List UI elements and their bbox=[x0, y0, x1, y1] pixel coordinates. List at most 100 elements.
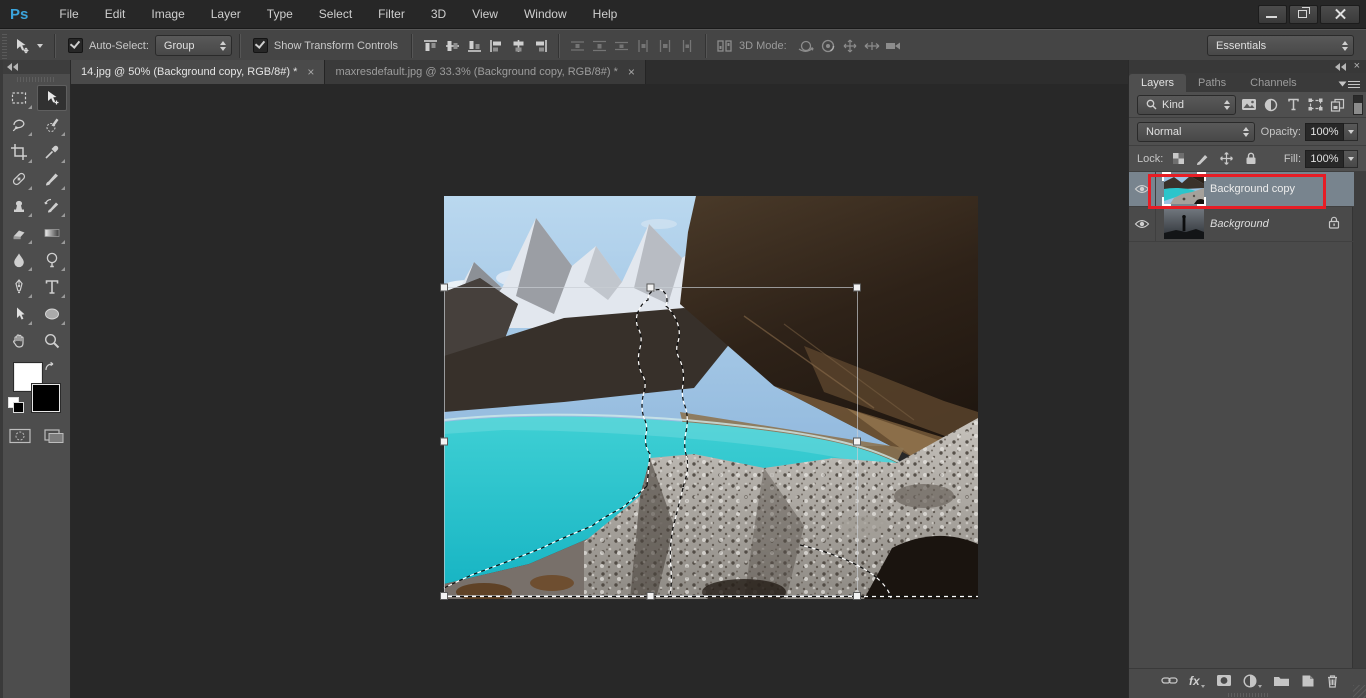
fill-dropdown-button[interactable] bbox=[1344, 150, 1358, 168]
eraser-tool[interactable] bbox=[4, 220, 34, 246]
lasso-tool[interactable] bbox=[4, 112, 34, 138]
align-right-edges-icon[interactable] bbox=[529, 36, 551, 56]
menu-type[interactable]: Type bbox=[254, 0, 306, 28]
options-drag-handle[interactable] bbox=[2, 33, 7, 59]
tool-preset-caret[interactable] bbox=[37, 44, 43, 48]
filter-type-layers-icon[interactable] bbox=[1284, 96, 1302, 114]
zoom-tool[interactable] bbox=[37, 328, 67, 354]
menu-help[interactable]: Help bbox=[580, 0, 631, 28]
opacity-value[interactable]: 100% bbox=[1305, 123, 1344, 141]
crop-tool[interactable] bbox=[4, 139, 34, 165]
layer-row-background-copy[interactable]: Background copy bbox=[1129, 172, 1354, 207]
align-top-edges-icon[interactable] bbox=[419, 36, 441, 56]
brush-tool[interactable] bbox=[37, 166, 67, 192]
filter-shape-layers-icon[interactable] bbox=[1307, 96, 1325, 114]
pen-tool[interactable] bbox=[4, 274, 34, 300]
lock-position-icon[interactable] bbox=[1218, 150, 1235, 168]
align-bottom-edges-icon[interactable] bbox=[463, 36, 485, 56]
show-transform-checkbox[interactable]: Show Transform Controls bbox=[253, 38, 398, 53]
type-tool[interactable] bbox=[37, 274, 67, 300]
layer-name[interactable]: Background bbox=[1210, 218, 1269, 230]
auto-align-layers-icon[interactable] bbox=[713, 36, 735, 56]
tab-channels[interactable]: Channels bbox=[1238, 74, 1308, 92]
menu-layer[interactable]: Layer bbox=[198, 0, 254, 28]
eyedropper-tool[interactable] bbox=[37, 139, 67, 165]
align-left-edges-icon[interactable] bbox=[485, 36, 507, 56]
document-tab-1[interactable]: 14.jpg @ 50% (Background copy, RGB/8#) *… bbox=[71, 60, 325, 84]
3d-camera-icon[interactable] bbox=[883, 36, 905, 56]
quick-selection-tool[interactable] bbox=[37, 112, 67, 138]
visibility-toggle[interactable] bbox=[1129, 172, 1156, 206]
gradient-tool[interactable] bbox=[37, 220, 67, 246]
distribute-right-edges-icon[interactable] bbox=[676, 36, 698, 56]
hand-tool[interactable] bbox=[4, 328, 34, 354]
minimize-button[interactable] bbox=[1258, 5, 1287, 24]
panel-menu-icon[interactable] bbox=[1340, 80, 1360, 92]
filter-kind-dropdown[interactable]: Kind bbox=[1137, 95, 1236, 115]
layer-row-background[interactable]: Background bbox=[1129, 207, 1354, 242]
distribute-horizontal-centers-icon[interactable] bbox=[654, 36, 676, 56]
menu-select[interactable]: Select bbox=[306, 0, 365, 28]
visibility-toggle[interactable] bbox=[1129, 207, 1156, 241]
auto-select-dropdown[interactable]: Group bbox=[155, 35, 232, 56]
filter-pixel-layers-icon[interactable] bbox=[1240, 96, 1258, 114]
screen-mode-button[interactable] bbox=[42, 427, 66, 445]
align-horizontal-centers-icon[interactable] bbox=[507, 36, 529, 56]
opacity-dropdown-button[interactable] bbox=[1344, 123, 1358, 141]
lock-pixels-icon[interactable] bbox=[1194, 150, 1211, 168]
delete-layer-button[interactable] bbox=[1326, 674, 1339, 688]
lock-all-icon[interactable] bbox=[1242, 150, 1259, 168]
move-tool[interactable] bbox=[37, 85, 67, 111]
3d-slide-icon[interactable] bbox=[861, 36, 883, 56]
auto-select-checkbox[interactable]: Auto-Select: bbox=[68, 38, 149, 53]
layer-name[interactable]: Background copy bbox=[1210, 183, 1295, 195]
swap-colors-icon[interactable] bbox=[44, 361, 58, 374]
panel-close-icon[interactable]: × bbox=[1354, 61, 1360, 72]
new-adjustment-layer-button[interactable] bbox=[1243, 674, 1262, 688]
filter-adjustment-layers-icon[interactable] bbox=[1262, 96, 1280, 114]
3d-rotate-icon[interactable] bbox=[795, 36, 817, 56]
blur-tool[interactable] bbox=[4, 247, 34, 273]
history-brush-tool[interactable] bbox=[37, 193, 67, 219]
add-layer-mask-button[interactable] bbox=[1216, 674, 1232, 687]
panel-collapse-icon[interactable] bbox=[1335, 63, 1346, 71]
fill-value[interactable]: 100% bbox=[1305, 150, 1344, 168]
menu-3d[interactable]: 3D bbox=[418, 0, 459, 28]
filter-smart-objects-icon[interactable] bbox=[1329, 96, 1347, 114]
healing-brush-tool[interactable] bbox=[4, 166, 34, 192]
new-layer-button[interactable] bbox=[1301, 674, 1315, 688]
filtering-toggle[interactable] bbox=[1353, 95, 1363, 115]
menu-filter[interactable]: Filter bbox=[365, 0, 418, 28]
menu-edit[interactable]: Edit bbox=[92, 0, 139, 28]
toolbar-collapse[interactable] bbox=[3, 60, 70, 74]
menu-file[interactable]: File bbox=[46, 0, 91, 28]
distribute-left-edges-icon[interactable] bbox=[632, 36, 654, 56]
dodge-tool[interactable] bbox=[37, 247, 67, 273]
quick-mask-button[interactable] bbox=[8, 427, 32, 445]
clone-stamp-tool[interactable] bbox=[4, 193, 34, 219]
menu-window[interactable]: Window bbox=[511, 0, 580, 28]
layer-thumbnail[interactable] bbox=[1164, 174, 1204, 204]
close-button[interactable] bbox=[1320, 5, 1360, 24]
layer-thumbnail[interactable] bbox=[1164, 209, 1204, 239]
distribute-bottom-edges-icon[interactable] bbox=[610, 36, 632, 56]
path-selection-tool[interactable] bbox=[4, 301, 34, 327]
distribute-vertical-centers-icon[interactable] bbox=[588, 36, 610, 56]
3d-roll-icon[interactable] bbox=[817, 36, 839, 56]
3d-pan-icon[interactable] bbox=[839, 36, 861, 56]
restore-button[interactable] bbox=[1289, 5, 1318, 24]
document-viewport[interactable] bbox=[71, 84, 1128, 698]
move-tool-icon[interactable] bbox=[11, 36, 33, 56]
layer-style-button[interactable]: fx bbox=[1189, 674, 1205, 688]
workspace-dropdown[interactable]: Essentials bbox=[1207, 35, 1354, 56]
link-layers-button[interactable] bbox=[1161, 676, 1178, 685]
rectangular-marquee-tool[interactable] bbox=[4, 85, 34, 111]
panel-drag-handle[interactable] bbox=[1228, 693, 1268, 697]
blend-mode-dropdown[interactable]: Normal bbox=[1137, 122, 1255, 142]
resize-grip[interactable] bbox=[1353, 685, 1366, 698]
lock-transparency-icon[interactable] bbox=[1170, 150, 1187, 168]
menu-image[interactable]: Image bbox=[138, 0, 197, 28]
tab-paths[interactable]: Paths bbox=[1186, 74, 1238, 92]
distribute-top-edges-icon[interactable] bbox=[566, 36, 588, 56]
tab-layers[interactable]: Layers bbox=[1129, 74, 1186, 92]
